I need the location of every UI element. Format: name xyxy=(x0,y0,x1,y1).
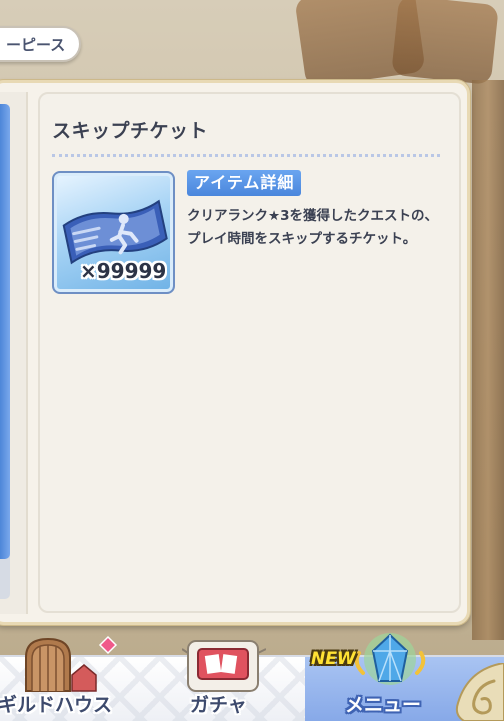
item-description: クリアランク★3を獲得したクエストの、プレイ時間をスキップするチケット。 xyxy=(187,208,438,247)
nav-menu-label: メニュー xyxy=(345,694,422,716)
bottom-navigation-bar: ギルドハウス ガチャ メニュー xyxy=(0,633,504,721)
new-badge: NEW xyxy=(311,649,356,669)
category-tab-label: ーピース xyxy=(6,35,66,54)
gacha-icon xyxy=(182,640,266,692)
item-quantity: ×99999 xyxy=(80,259,167,283)
background-barrel xyxy=(391,0,499,86)
nav-guild-house-label: ギルドハウス xyxy=(0,694,113,716)
menu-crystal-icon xyxy=(354,633,426,685)
title-divider xyxy=(52,154,440,157)
scrollbar-thumb[interactable] xyxy=(0,104,10,559)
item-detail-section-label: アイテム詳細 xyxy=(187,170,302,196)
nav-gacha[interactable]: ガチャ xyxy=(140,640,305,721)
background-pole xyxy=(472,80,504,640)
corner-ornament-icon xyxy=(455,663,504,721)
guild-house-icon xyxy=(25,635,118,692)
nav-gacha-label: ガチャ xyxy=(190,694,247,716)
nav-guild-house[interactable]: ギルドハウス xyxy=(0,635,140,721)
category-tab-pieces[interactable]: ーピース xyxy=(0,26,81,62)
item-list-scrollbar[interactable] xyxy=(0,104,10,599)
item-title: スキップチケット xyxy=(52,120,209,142)
